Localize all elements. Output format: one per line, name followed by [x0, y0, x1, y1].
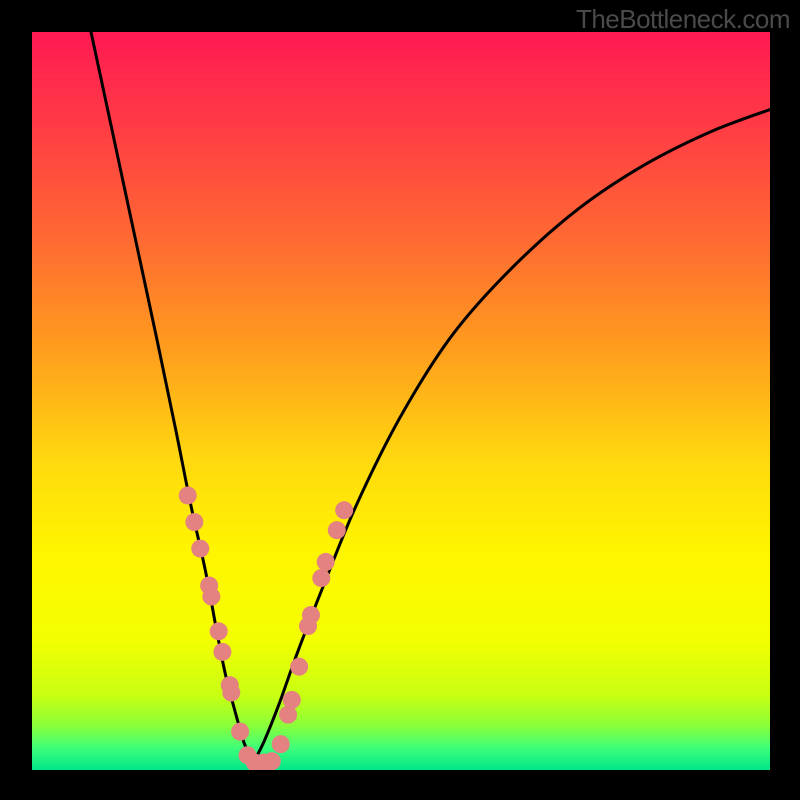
scatter-point	[202, 588, 220, 606]
scatter-point	[290, 658, 308, 676]
scatter-point	[213, 643, 231, 661]
plot-area	[32, 32, 770, 770]
scatter-point	[231, 723, 249, 741]
scatter-point	[263, 752, 281, 770]
scatter-point	[335, 501, 353, 519]
scatter-point	[302, 606, 320, 624]
scatter-point	[191, 540, 209, 558]
curve-layer	[32, 32, 770, 770]
scatter-point	[179, 486, 197, 504]
scatter-point	[210, 622, 228, 640]
scatter-point	[222, 684, 240, 702]
scatter-point	[283, 691, 301, 709]
scatter-point	[272, 735, 290, 753]
scatter-point	[328, 521, 346, 539]
scatter-point	[312, 569, 330, 587]
scatter-point	[185, 513, 203, 531]
chart-frame: TheBottleneck.com	[0, 0, 800, 800]
curve-right-branch	[253, 109, 770, 762]
scatter-point	[317, 553, 335, 571]
watermark-text: TheBottleneck.com	[576, 4, 790, 35]
